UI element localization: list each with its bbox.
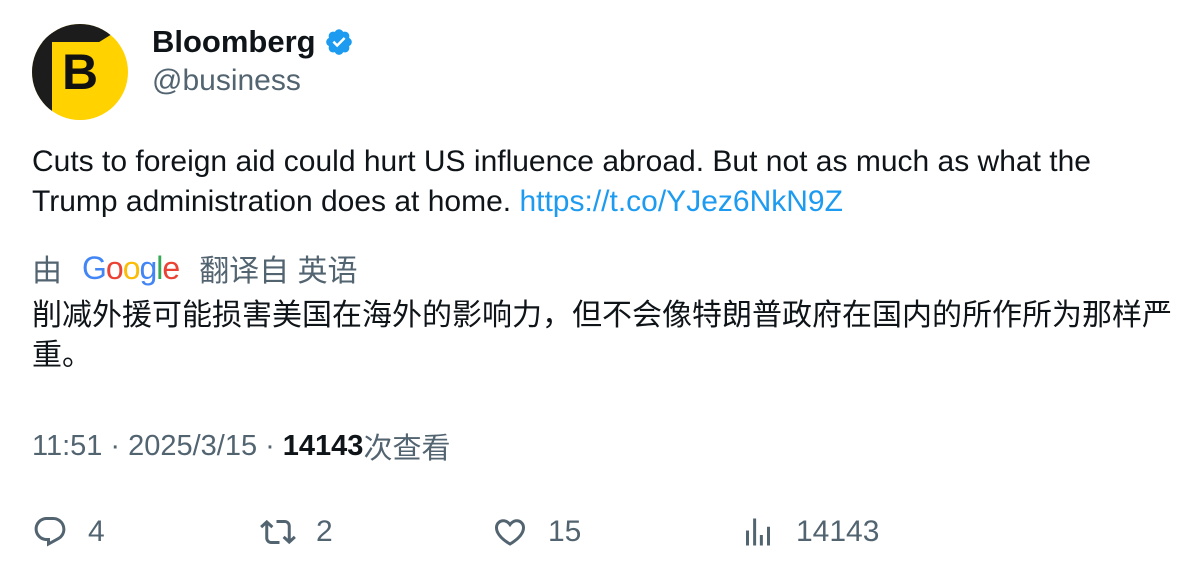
action-bar: 4 2 15 14143 [0, 508, 1196, 556]
like-button[interactable]: 15 [492, 508, 581, 556]
reply-count: 4 [88, 515, 105, 548]
views-button[interactable]: 14143 [740, 508, 879, 556]
meta-separator: · [110, 429, 121, 462]
views-label: 次查看 [363, 433, 451, 465]
tweet-link[interactable]: https://t.co/YJez6NkN9Z [519, 185, 842, 218]
views-count: 14143 [282, 429, 364, 462]
author-handle[interactable]: @business [152, 64, 301, 98]
reply-button[interactable]: 4 [32, 508, 105, 556]
translation-prefix: 由 [32, 255, 62, 288]
tweet-date[interactable]: 2025/3/15 [128, 430, 257, 463]
author-display-name[interactable]: Bloomberg [152, 24, 316, 60]
like-icon [494, 519, 526, 546]
views-action-count: 14143 [796, 515, 880, 548]
avatar-letter: B [62, 44, 99, 100]
verified-badge-icon[interactable] [324, 27, 354, 57]
retweet-count: 2 [316, 515, 333, 548]
author-name-row: Bloomberg [152, 24, 354, 60]
avatar[interactable]: B [32, 24, 128, 120]
views-icon [746, 518, 770, 546]
meta-separator: · [265, 429, 275, 462]
translated-text: 削减外援可能损害美国在海外的影响力，但不会像特朗普政府在国内的所作所为那样严重。 [32, 299, 1172, 372]
tweet-time[interactable]: 11:51 [32, 430, 102, 463]
avatar-shade-top [32, 24, 128, 42]
translation-suffix: 翻译自 英语 [199, 255, 358, 288]
retweet-icon [260, 519, 296, 545]
reply-icon [34, 517, 66, 547]
like-count: 15 [548, 515, 582, 548]
retweet-button[interactable]: 2 [260, 508, 333, 556]
tweet-meta: 11:51 · 2025/3/15 · 14143 次查看 [32, 425, 450, 467]
translation-attribution: 由 Google 翻译自 英语 [32, 248, 358, 289]
google-logo[interactable]: Google [82, 250, 180, 287]
tweet-body: Cuts to foreign aid could hurt US influe… [32, 142, 1172, 222]
